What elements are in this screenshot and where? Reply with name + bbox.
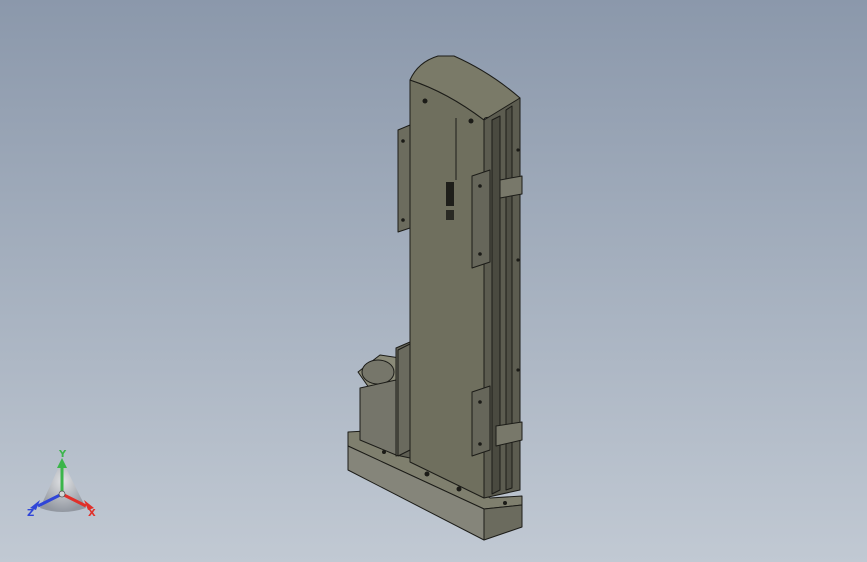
bolt-hole xyxy=(478,252,482,256)
bolt-hole xyxy=(503,501,507,505)
motor-cap xyxy=(361,359,395,385)
bolt-hole xyxy=(516,368,520,372)
bolt-hole xyxy=(478,400,482,404)
cad-graphics-viewport[interactable]: Y X Z xyxy=(0,0,867,562)
triad-y-label: Y xyxy=(58,449,67,460)
bolt-hole xyxy=(516,258,520,262)
triad-origin xyxy=(58,490,66,498)
nameplate xyxy=(446,182,454,206)
triad-z-label: Z xyxy=(27,508,34,519)
bolt-hole xyxy=(424,471,430,477)
lower-carriage xyxy=(471,385,491,457)
coordinate-triad: Y X Z xyxy=(27,449,96,519)
bolt-hole xyxy=(468,118,474,124)
lower-left-bracket xyxy=(397,343,411,457)
base-plate-side xyxy=(483,504,523,541)
bolt-hole xyxy=(478,184,482,188)
bolt-hole xyxy=(401,139,405,143)
bolt-hole xyxy=(456,486,462,492)
logo-mark xyxy=(446,210,454,220)
upper-sensor-clip xyxy=(499,175,523,199)
triad-x-label: X xyxy=(88,508,96,519)
bolt-hole xyxy=(422,98,428,104)
bolt-hole xyxy=(478,442,482,446)
bolt-hole xyxy=(401,218,405,222)
bolt-hole xyxy=(516,148,520,152)
bolt-hole xyxy=(382,450,386,454)
linear-actuator-model[interactable] xyxy=(0,0,867,562)
